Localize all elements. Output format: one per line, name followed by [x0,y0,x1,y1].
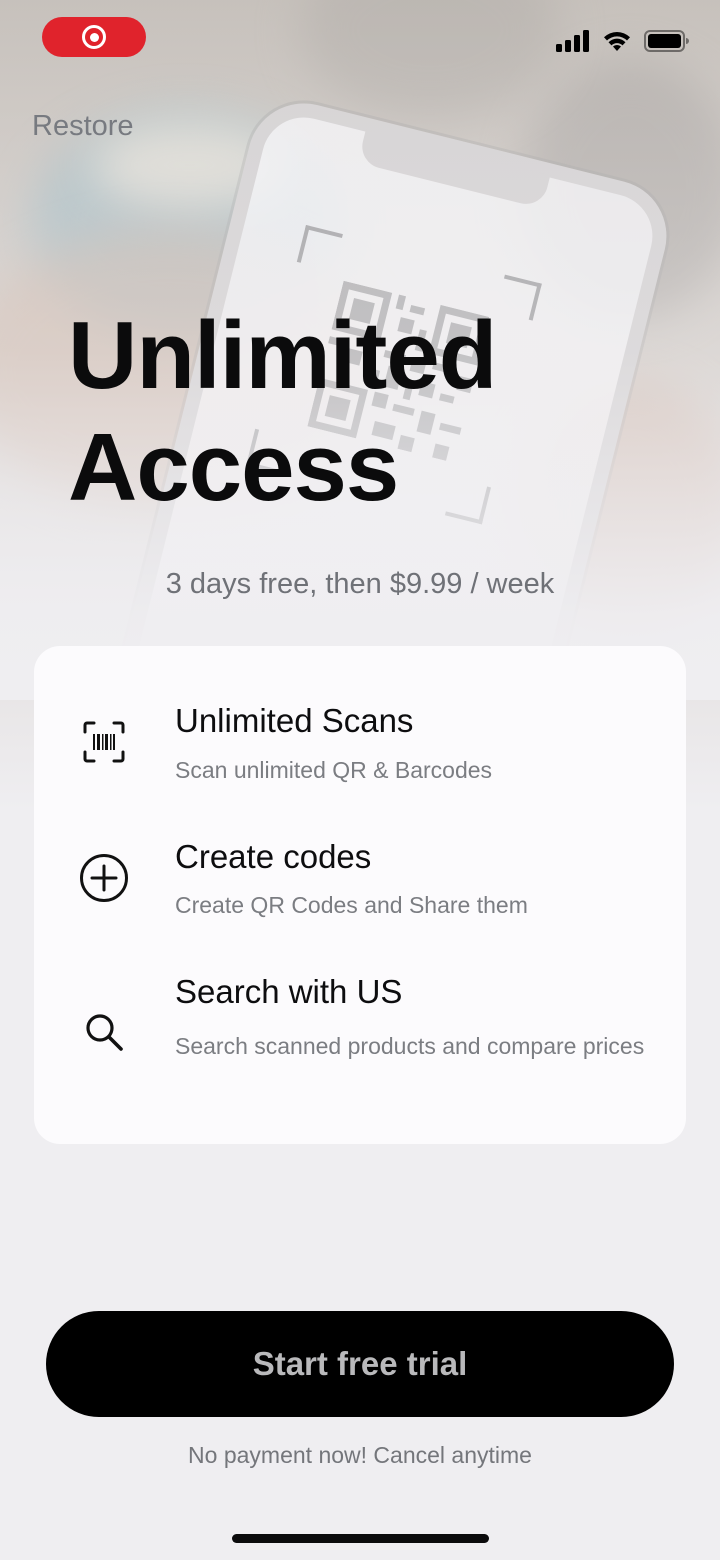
feature-title: Create codes [175,838,372,875]
feature-description: Search scanned products and compare pric… [175,1033,645,1059]
screen-recording-indicator[interactable] [42,17,146,57]
cellular-signal-icon [556,30,589,52]
title-line-2: Access [68,414,399,521]
feature-title: Search with US [175,973,403,1010]
feature-description: Create QR Codes and Share them [175,892,528,918]
restore-purchases-button[interactable]: Restore [32,110,134,143]
feature-title: Unlimited Scans [175,702,414,739]
barcode-scan-icon [74,712,134,772]
status-bar-icons [556,30,690,52]
price-text: 3 days free, then $9.99 / week [165,568,555,600]
home-indicator[interactable] [232,1534,489,1543]
plus-circle-icon [74,848,134,908]
feature-description: Scan unlimited QR & Barcodes [175,757,493,783]
battery-icon [644,30,689,52]
page-title: Unlimited Access [68,300,668,524]
start-free-trial-button[interactable]: Start free trial [46,1311,674,1417]
title-line-1: Unlimited [68,302,497,409]
screen-recording-icon [82,25,106,49]
search-icon [74,1002,134,1062]
wifi-icon [604,31,630,51]
no-payment-note: No payment now! Cancel anytime [188,1442,532,1468]
features-card: Unlimited Scans Scan unlimited QR & Barc… [34,646,686,1144]
